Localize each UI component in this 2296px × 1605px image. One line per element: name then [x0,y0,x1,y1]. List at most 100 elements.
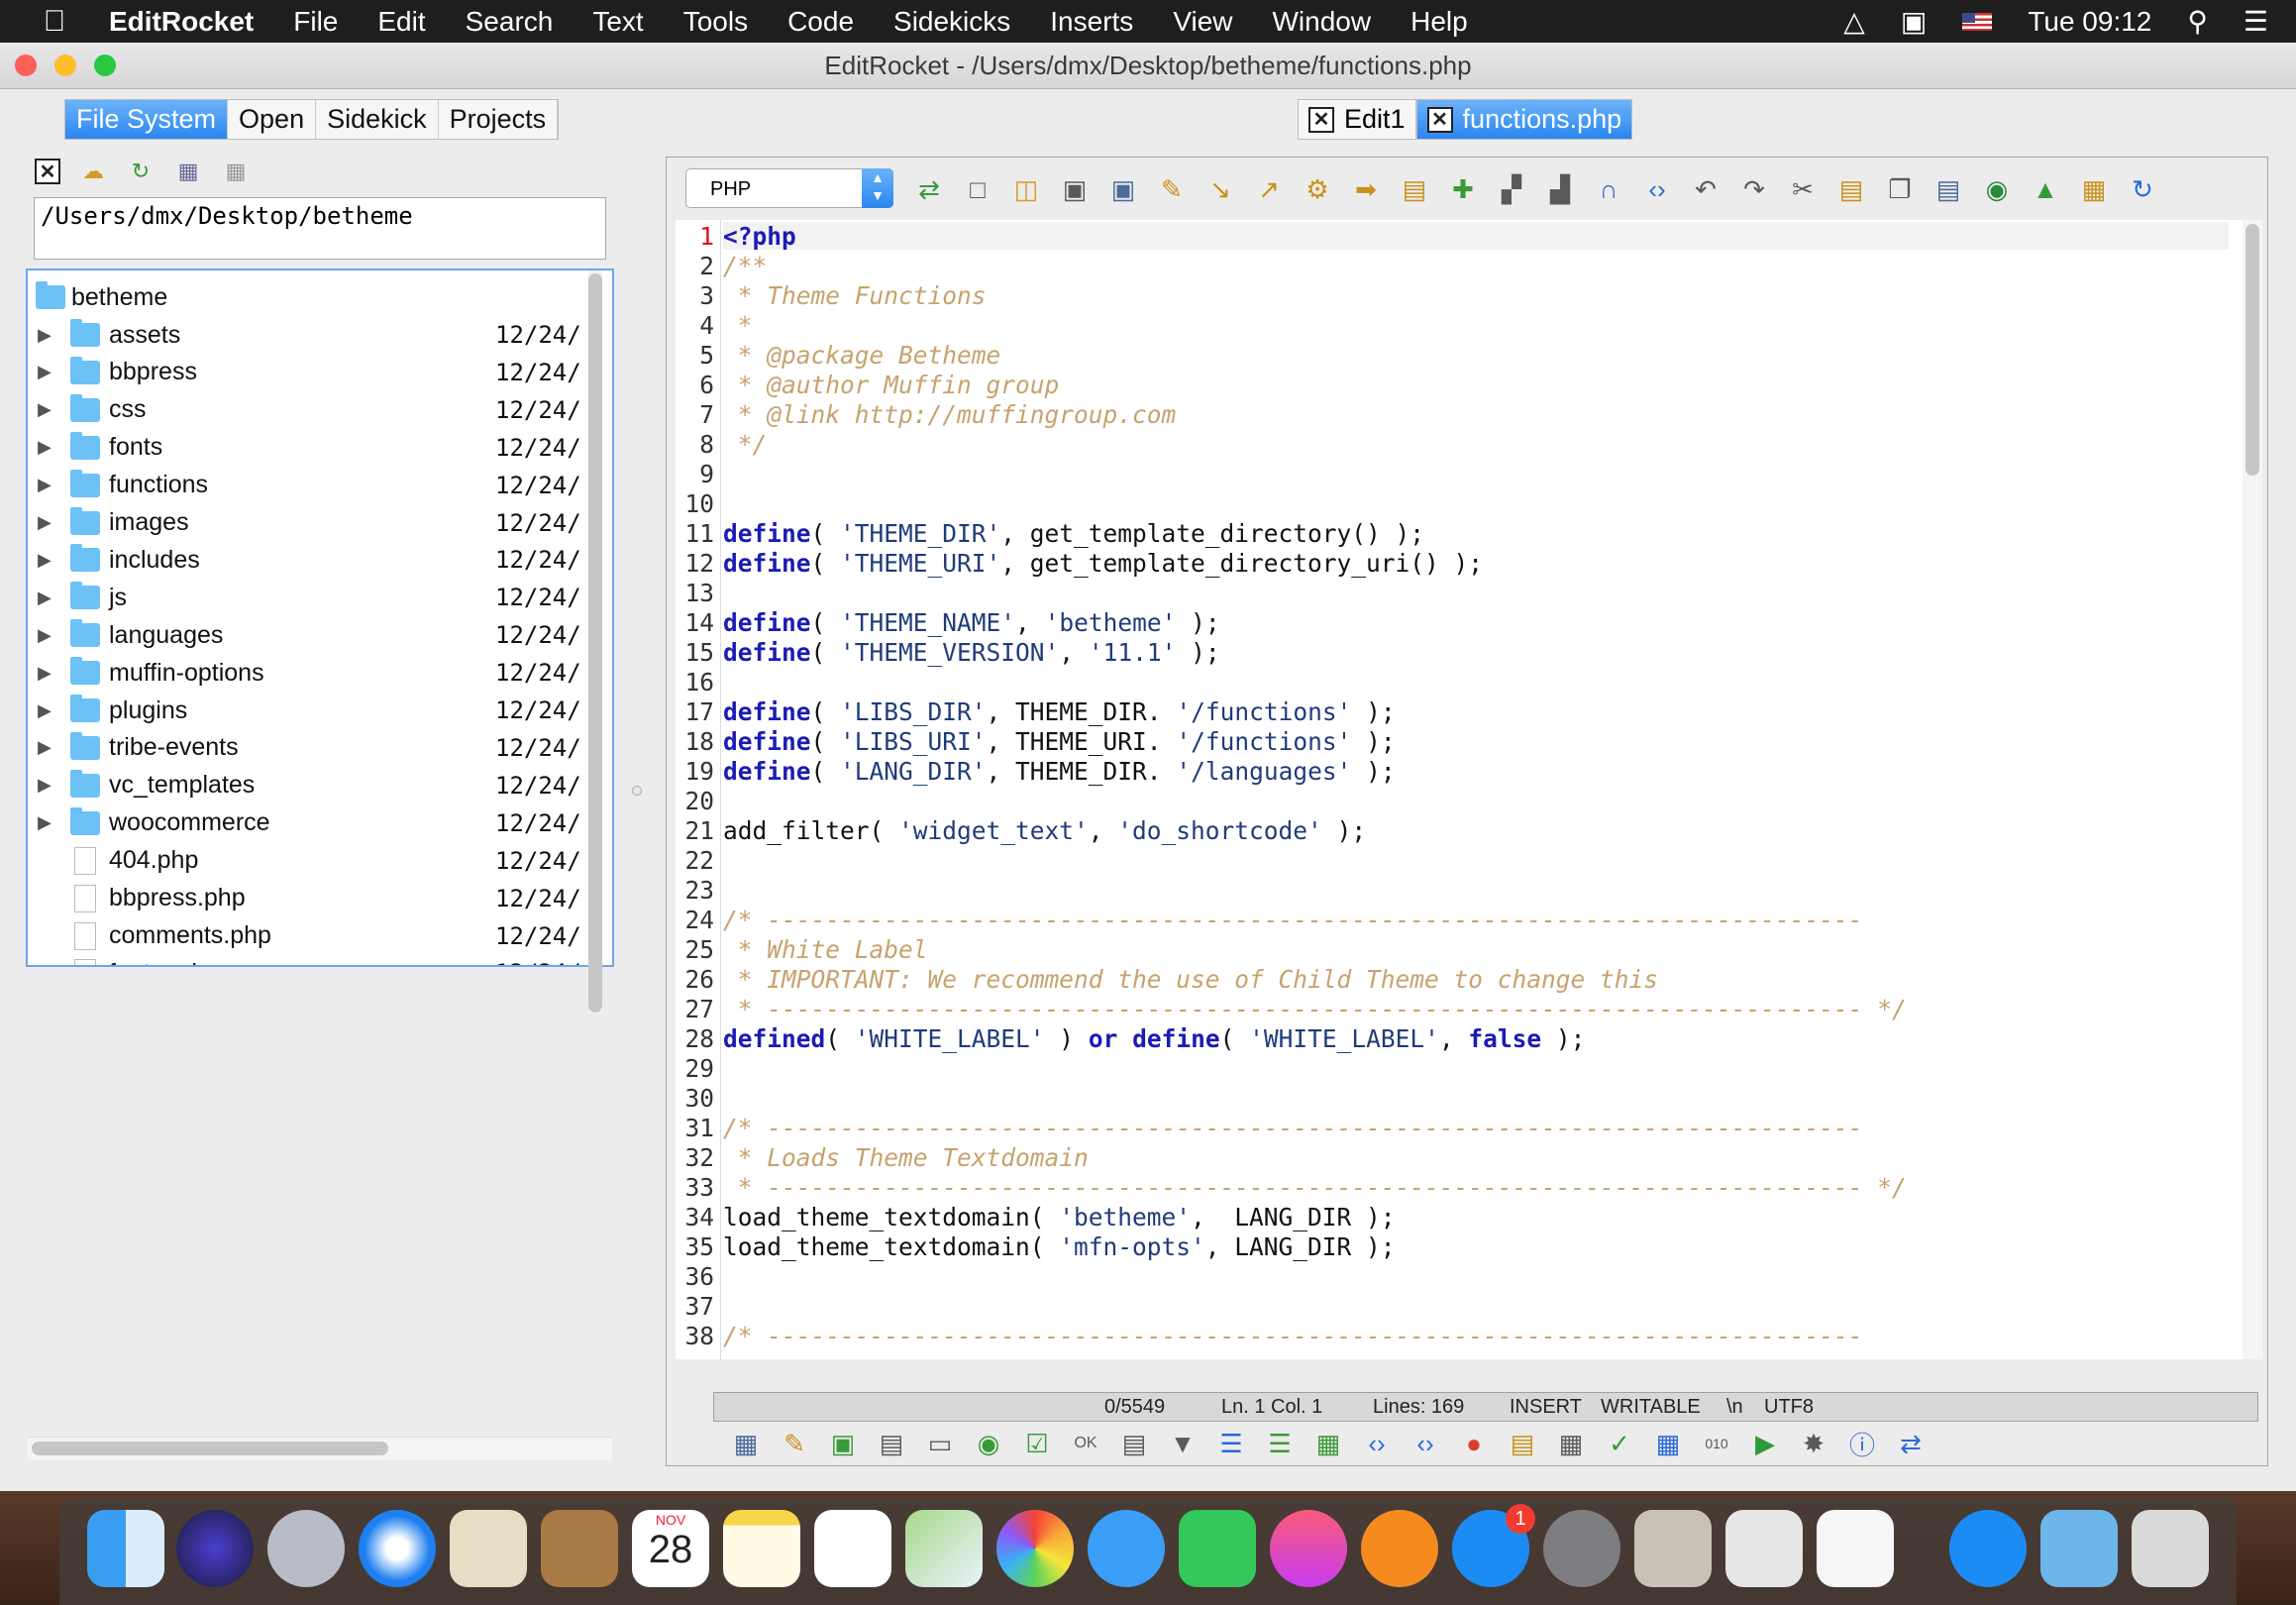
new-file-icon[interactable]: □ [960,172,995,206]
photos-icon[interactable] [996,1510,1074,1587]
code-line[interactable]: define( 'LIBS_DIR', THEME_DIR. '/functio… [723,697,1396,726]
disclosure-triangle-icon[interactable]: ▶ [38,775,52,796]
tree-item[interactable]: ▶ bbpress 12/24/ [28,354,592,391]
debug-icon[interactable]: ✸ [1796,1427,1831,1460]
code-line[interactable]: define( 'LIBS_URI', THEME_URI. '/functio… [723,727,1396,756]
angle-bracket-icon[interactable]: ‹› [1639,172,1675,206]
code-line[interactable]: /* -------------------------------------… [723,1322,1863,1350]
code-line[interactable]: load_theme_textdomain( 'betheme', LANG_D… [723,1203,1396,1231]
binary-icon[interactable]: 010 [1699,1427,1734,1460]
app-menu[interactable]: EditRocket [109,6,254,38]
save-as-icon[interactable]: ▣ [1105,172,1141,206]
contacts-icon[interactable] [541,1510,618,1587]
list-icon[interactable]: ☰ [1213,1427,1249,1460]
sync-files-icon[interactable]: ↻ [2125,172,2160,206]
tree-item[interactable]: footer.php 12/24/ [28,954,592,965]
code-line[interactable]: * Theme Functions [723,281,987,310]
run-icon[interactable]: ▶ [1747,1427,1783,1460]
tree-icon[interactable]: ▦ [173,157,203,186]
disclosure-triangle-icon[interactable]: ▶ [38,475,52,495]
downloads-folder-icon[interactable] [2040,1510,2118,1587]
disclosure-triangle-icon[interactable]: ▶ [38,625,52,646]
paste-icon[interactable]: ▤ [1833,172,1869,206]
form-icon[interactable]: ▦ [1310,1427,1346,1460]
code-line[interactable]: defined( 'WHITE_LABEL' ) or define( 'WHI… [723,1024,1585,1053]
tree-item[interactable]: 404.php 12/24/ [28,842,592,880]
table-icon[interactable]: ▦ [728,1427,764,1460]
code-line[interactable]: * --------------------------------------… [723,995,1907,1023]
tab-sidekick[interactable]: Sidekick [316,100,439,139]
tree-item[interactable]: ▶ includes 12/24/ [28,541,592,579]
ok-button-icon[interactable]: OK [1068,1427,1103,1460]
disclosure-triangle-icon[interactable]: ▶ [38,700,52,721]
tree-item[interactable]: ▶ images 12/24/ [28,504,592,542]
code-line[interactable]: define( 'THEME_URI', get_template_direct… [723,549,1483,578]
tree-item[interactable]: ▶ assets 12/24/ [28,316,592,354]
code-line[interactable]: define( 'THEME_VERSION', '11.1' ); [723,638,1220,667]
find-next-icon[interactable]: ↘ [1202,172,1238,206]
code-line[interactable]: * @link http://muffingroup.com [723,400,1177,429]
tree-structure-icon[interactable]: ▦ [1553,1427,1589,1460]
menu-sidekicks[interactable]: Sidekicks [874,6,1030,38]
music-icon[interactable] [1270,1510,1347,1587]
html-tag-icon[interactable]: ‹› [1408,1427,1443,1460]
path-field[interactable]: /Users/dmx/Desktop/betheme [34,197,606,260]
code-editor[interactable]: 1 2 3 4 5 6 7 8 9 10 11 12 13 14 15 16 17 18 19 20 21 22 23 24 2… [676,220,2243,1359]
validate-icon[interactable]: ✓ [1602,1427,1637,1460]
menu-edit[interactable]: Edit [358,6,445,38]
display-icon[interactable]: ▣ [1901,5,1927,38]
menu-help[interactable]: Help [1391,6,1488,38]
code-line[interactable]: <?php [723,222,796,251]
tree-item[interactable]: ▶ woocommerce 12/24/ [28,804,592,842]
find-in-files-icon[interactable]: ▤ [1397,172,1432,206]
maps-icon[interactable] [905,1510,983,1587]
code-line[interactable]: * --------------------------------------… [723,1173,1907,1202]
copy-icon[interactable]: ❐ [1882,172,1918,206]
code-line[interactable]: /* -------------------------------------… [723,906,1863,934]
flag-icon[interactable] [1962,12,1993,31]
convert-icon[interactable]: ⇄ [911,172,947,206]
widget-icon[interactable]: ▤ [1505,1427,1540,1460]
splitter-handle[interactable] [632,786,642,796]
code-line[interactable]: * @author Muffin group [723,371,1060,399]
code-line[interactable]: * IMPORTANT: We recommend the use of Chi… [723,965,1658,994]
code-line[interactable]: * Loads Theme Textdomain [723,1143,1089,1172]
notification-center-icon[interactable]: ☰ [2244,5,2268,38]
tree-item[interactable]: bbpress.php 12/24/ [28,880,592,917]
checkbox-icon[interactable]: ☑ [1019,1427,1055,1460]
chevron-updown-icon[interactable]: ▲ ▼ [862,168,893,208]
tree-item[interactable]: ▶ fonts 12/24/ [28,429,592,467]
disclosure-triangle-icon[interactable]: ▶ [38,588,52,608]
redo-icon[interactable]: ↷ [1736,172,1772,206]
sync-icon[interactable]: ↻ [126,157,156,186]
image-icon[interactable]: ▣ [825,1427,861,1460]
tree-item[interactable]: ▶ vc_templates 12/24/ [28,767,592,804]
tree-collapse-icon[interactable]: ▦ [221,157,251,186]
replace-icon[interactable]: ⚙ [1300,172,1335,206]
siri-icon[interactable] [176,1510,254,1587]
tree-item[interactable]: ▶ tribe-events 12/24/ [28,729,592,767]
messages-icon[interactable] [1088,1510,1165,1587]
outline-icon[interactable]: ▦ [1650,1427,1686,1460]
tag-icon[interactable]: ‹› [1359,1427,1395,1460]
menu-view[interactable]: View [1153,6,1252,38]
folder-refresh-icon[interactable]: ☁ [78,157,108,186]
code-line[interactable]: * White Label [723,935,928,964]
radio-icon[interactable]: ◉ [971,1427,1006,1460]
facetime-icon[interactable] [1179,1510,1256,1587]
status-mode[interactable]: INSERT [1510,1396,1582,1419]
status-encoding[interactable]: UTF8 [1764,1396,1814,1419]
textarea-icon[interactable]: ▤ [1116,1427,1152,1460]
tree-item[interactable]: ▶ languages 12/24/ [28,616,592,654]
undo-icon[interactable]: ↶ [1688,172,1723,206]
menu-tools[interactable]: Tools [664,6,768,38]
code-line[interactable]: * @package Betheme [723,341,1001,370]
wifi-icon[interactable]: △ [1843,5,1865,38]
code-line[interactable]: define( 'THEME_NAME', 'betheme' ); [723,608,1220,637]
status-access[interactable]: WRITABLE [1601,1396,1701,1419]
close-icon[interactable]: ✕ [35,159,60,184]
transfer-icon[interactable]: ⇄ [1893,1427,1929,1460]
code-line[interactable]: define( 'LANG_DIR', THEME_DIR. '/languag… [723,757,1396,786]
disclosure-triangle-icon[interactable]: ▶ [38,362,52,382]
tab-projects[interactable]: Projects [439,100,559,139]
